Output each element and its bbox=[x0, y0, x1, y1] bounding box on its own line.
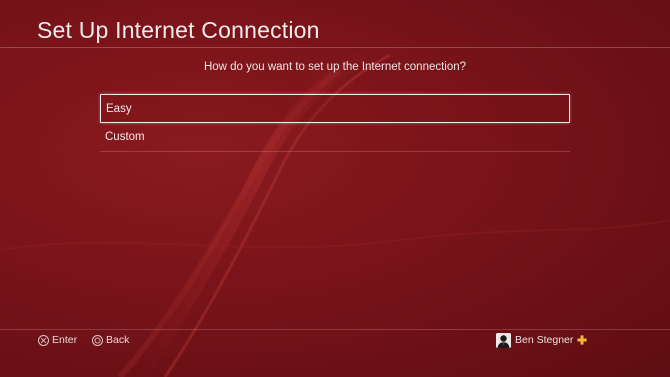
option-easy[interactable]: Easy bbox=[100, 94, 570, 123]
setup-prompt: How do you want to set up the Internet c… bbox=[203, 61, 467, 73]
screen: Set Up Internet Connection How do you wa… bbox=[0, 0, 670, 377]
user-profile[interactable]: Ben Stegner bbox=[496, 331, 588, 349]
option-easy-label: Easy bbox=[106, 103, 132, 115]
user-name: Ben Stegner bbox=[515, 334, 574, 346]
enter-hint[interactable]: Enter bbox=[38, 333, 77, 347]
avatar bbox=[496, 332, 511, 348]
background-wave-decoration bbox=[0, 41, 670, 377]
back-hint[interactable]: Back bbox=[92, 333, 129, 347]
header-divider bbox=[0, 47, 670, 48]
playstation-plus-icon bbox=[577, 335, 588, 345]
option-custom-label: Custom bbox=[105, 131, 145, 143]
page-title: Set Up Internet Connection bbox=[37, 17, 320, 43]
connection-method-menu: Easy Custom bbox=[100, 94, 570, 152]
circle-button-icon bbox=[92, 334, 103, 346]
enter-label: Enter bbox=[52, 334, 78, 346]
option-custom[interactable]: Custom bbox=[100, 123, 570, 152]
back-label: Back bbox=[106, 334, 130, 346]
cross-button-icon bbox=[38, 334, 49, 346]
footer-divider bbox=[0, 329, 670, 330]
